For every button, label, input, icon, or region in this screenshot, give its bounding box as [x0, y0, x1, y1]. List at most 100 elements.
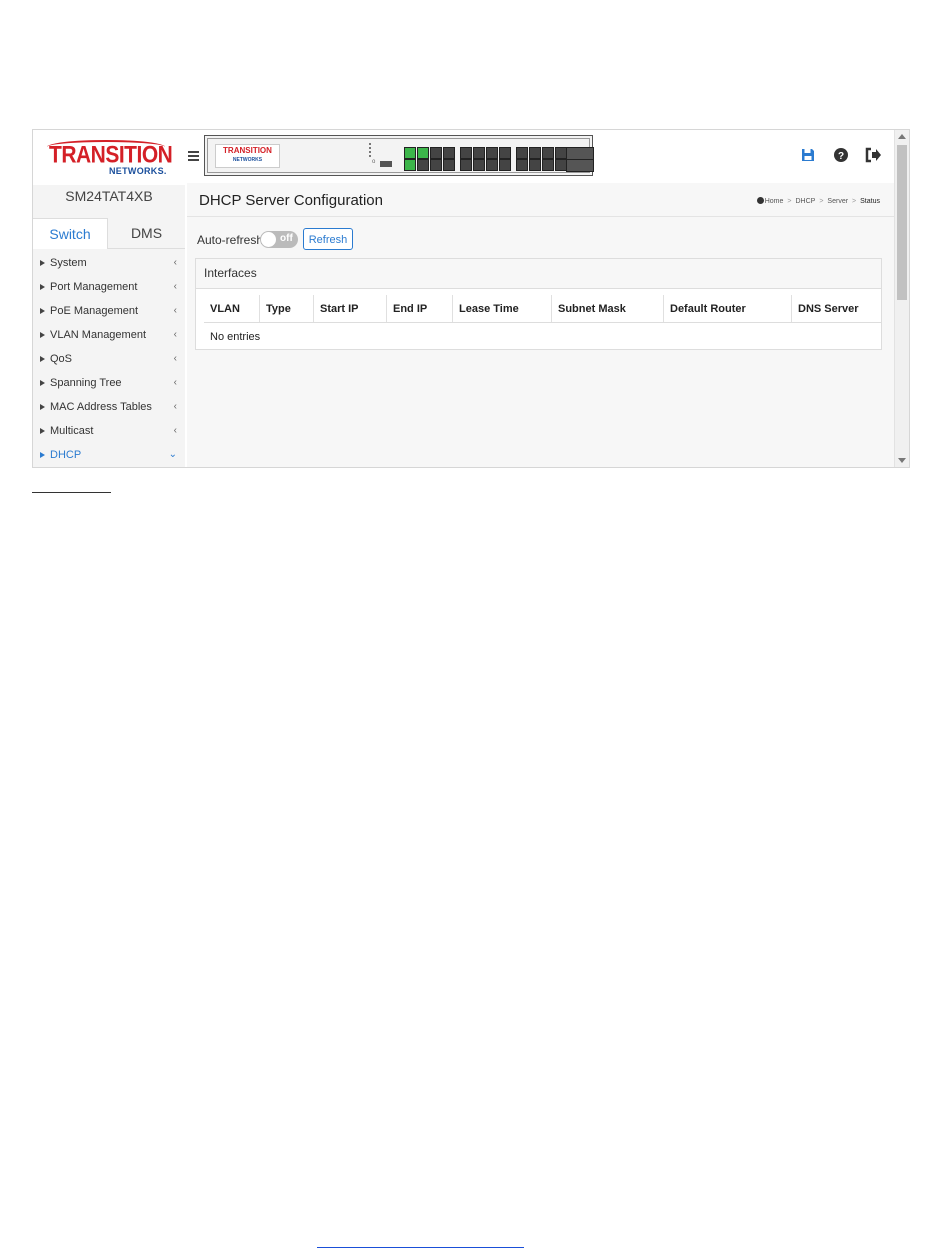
chevron-down-icon: ⌄: [168, 449, 177, 460]
ethernet-port[interactable]: [486, 147, 498, 159]
ethernet-port[interactable]: [542, 159, 554, 171]
caret-right-icon: [40, 404, 45, 410]
sidebar-item-mac-address-tables[interactable]: MAC Address Tables ‹: [33, 395, 185, 419]
sidebar-tabs: Switch DMS: [33, 218, 185, 249]
device-panel-logo: TRANSITION NETWORKS: [215, 144, 280, 168]
caret-right-icon: [40, 380, 45, 386]
scroll-thumb[interactable]: [897, 145, 907, 300]
breadcrumb-home[interactable]: Home: [765, 198, 784, 205]
ethernet-port[interactable]: [460, 147, 472, 159]
chevron-left-icon: ‹: [173, 377, 177, 388]
column-header-subnet-mask: Subnet Mask: [551, 295, 664, 323]
caret-right-icon: [40, 452, 45, 458]
caret-right-icon: [40, 332, 45, 338]
sidebar-item-multicast[interactable]: Multicast ‹: [33, 419, 185, 443]
transition-networks-logo: TRANSITION NETWORKS.: [39, 133, 180, 185]
ethernet-port[interactable]: [529, 159, 541, 171]
ethernet-port[interactable]: [443, 147, 455, 159]
chevron-left-icon: ‹: [173, 329, 177, 340]
ethernet-port[interactable]: [529, 147, 541, 159]
auto-refresh-label: Auto-refresh: [197, 233, 264, 247]
column-header-vlan: VLAN: [204, 295, 260, 323]
ethernet-port[interactable]: [499, 159, 511, 171]
logo-sub-text: NETWORKS.: [109, 166, 167, 176]
refresh-button[interactable]: Refresh: [303, 228, 353, 250]
sidebar-item-label: Spanning Tree: [50, 377, 122, 389]
scroll-up-icon[interactable]: [898, 134, 906, 139]
ethernet-port[interactable]: [516, 147, 528, 159]
ethernet-port[interactable]: [443, 159, 455, 171]
help-icon[interactable]: ?: [833, 147, 849, 163]
auto-refresh-toggle[interactable]: off: [260, 231, 298, 248]
scroll-down-icon[interactable]: [898, 458, 906, 463]
footer-link-underline[interactable]: [317, 1247, 524, 1248]
empty-message: No entries: [210, 330, 261, 343]
device-model: SM24TAT4XB: [65, 188, 153, 204]
sidebar-item-label: Port Management: [50, 281, 138, 293]
ethernet-port[interactable]: [417, 147, 429, 159]
ethernet-port[interactable]: [417, 159, 429, 171]
ethernet-port[interactable]: [499, 147, 511, 159]
save-icon[interactable]: [800, 147, 816, 163]
sidebar-item-label: DHCP: [50, 449, 82, 461]
ethernet-port[interactable]: [516, 159, 528, 171]
interfaces-table: VLAN Type Start IP End IP Lease Time Sub…: [204, 295, 881, 350]
chevron-left-icon: ‹: [173, 257, 177, 268]
ethernet-port[interactable]: [460, 159, 472, 171]
sidebar-item-label: MAC Address Tables: [50, 401, 152, 413]
ethernet-port[interactable]: [542, 147, 554, 159]
ethernet-port[interactable]: [430, 159, 442, 171]
column-header-type: Type: [259, 295, 314, 323]
table-row: No entries: [204, 323, 881, 351]
sidebar-item-dhcp[interactable]: DHCP ⌄: [33, 443, 185, 467]
breadcrumb: Home > DHCP > Server > Status: [756, 197, 880, 205]
chevron-left-icon: ‹: [173, 425, 177, 436]
sidebar-item-label: PoE Management: [50, 305, 139, 317]
caret-right-icon: [40, 428, 45, 434]
chevron-left-icon: ‹: [173, 353, 177, 364]
browser-screenshot-frame: TRANSITION NETWORKS. SM24TAT4XB Switch D…: [32, 129, 910, 468]
panel-title: Interfaces: [204, 266, 257, 280]
footnote-divider: [32, 492, 111, 493]
ethernet-port[interactable]: [404, 147, 416, 159]
main-content: DHCP Server Configuration Home > DHCP > Serv…: [187, 183, 894, 467]
tab-dms[interactable]: DMS: [108, 218, 185, 248]
ethernet-port[interactable]: [404, 159, 416, 171]
column-header-start-ip: Start IP: [313, 295, 387, 323]
console-port: [380, 161, 392, 167]
breadcrumb-status: Status: [860, 198, 880, 205]
ethernet-port[interactable]: [430, 147, 442, 159]
column-header-lease-time: Lease Time: [452, 295, 552, 323]
sidebar-item-spanning-tree[interactable]: Spanning Tree ‹: [33, 371, 185, 395]
ethernet-port[interactable]: [473, 147, 485, 159]
caret-right-icon: [40, 284, 45, 290]
breadcrumb-dhcp[interactable]: DHCP: [795, 198, 815, 205]
panel-dots: [369, 143, 373, 157]
switch-front-panel: TRANSITION NETWORKS o: [204, 135, 594, 176]
tab-switch[interactable]: Switch: [33, 218, 108, 249]
sidebar-nav: System ‹ Port Management ‹ PoE Management ‹…: [33, 251, 185, 467]
sidebar-item-label: System: [50, 257, 87, 269]
sidebar-item-label: QoS: [50, 353, 73, 365]
logout-icon[interactable]: [865, 147, 881, 163]
console-port-label: o: [372, 159, 376, 165]
breadcrumb-server[interactable]: Server: [827, 198, 848, 205]
caret-right-icon: [40, 260, 45, 266]
panel-header: Interfaces: [196, 259, 881, 289]
sidebar-item-label: Multicast: [50, 425, 94, 437]
home-icon: [756, 197, 764, 204]
table-header-row: VLAN Type Start IP End IP Lease Time Sub…: [204, 295, 881, 323]
menu-toggle-icon[interactable]: [188, 151, 199, 163]
sidebar-item-qos[interactable]: QoS ‹: [33, 347, 185, 371]
ethernet-port[interactable]: [486, 159, 498, 171]
vertical-scrollbar[interactable]: [894, 130, 909, 467]
interfaces-panel: Interfaces VLAN Type Start IP End IP Lea…: [195, 258, 882, 350]
chevron-left-icon: ‹: [173, 401, 177, 412]
sidebar-item-system[interactable]: System ‹: [33, 251, 185, 275]
sfp-port[interactable]: [566, 159, 594, 172]
sidebar-item-port-management[interactable]: Port Management ‹: [33, 275, 185, 299]
ethernet-port[interactable]: [473, 159, 485, 171]
sidebar-item-vlan-management[interactable]: VLAN Management ‹: [33, 323, 185, 347]
sidebar-item-poe-management[interactable]: PoE Management ‹: [33, 299, 185, 323]
column-header-dns-server: DNS Server: [791, 295, 881, 323]
